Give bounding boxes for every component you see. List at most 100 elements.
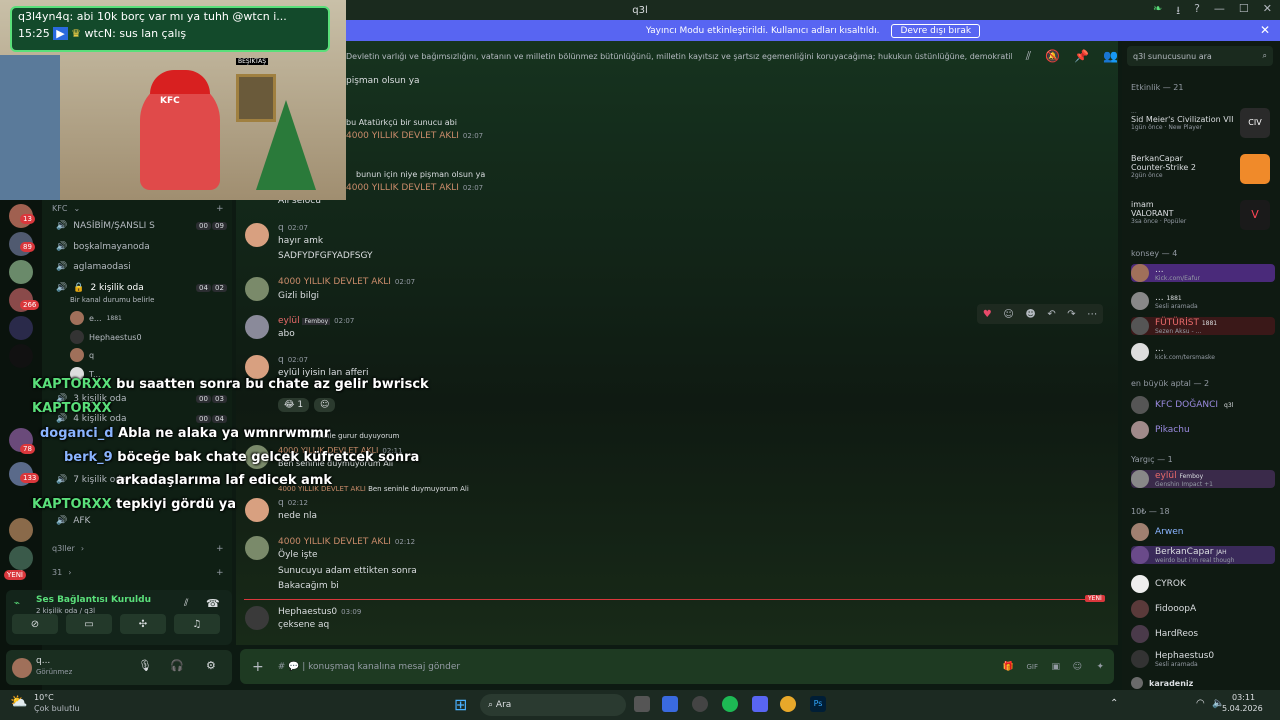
member-item[interactable]: karadeniz	[1131, 677, 1275, 689]
member-item[interactable]: ... 1881 Sesli aramada	[1131, 292, 1275, 310]
member-item[interactable]: Arwen	[1131, 523, 1275, 541]
leaf-icon[interactable]: ❧	[1153, 2, 1162, 21]
add-reaction-button[interactable]: ☺	[314, 398, 336, 412]
member-item[interactable]: ... kick.com/tersmaske	[1131, 343, 1275, 361]
avatar[interactable]	[12, 658, 32, 678]
chrome-icon[interactable]	[780, 696, 796, 712]
activity-item[interactable]: BerkanCapar Counter-Strike 2 2gün önce	[1131, 154, 1196, 179]
add-channel-icon[interactable]: +	[216, 544, 224, 554]
voice-channel[interactable]: 🔊 NASİBİM/ŞANSLI S	[56, 221, 155, 231]
members-icon[interactable]: 👥	[1103, 49, 1118, 63]
spotify-icon[interactable]	[722, 696, 738, 712]
camera-button[interactable]: ⊘	[12, 614, 58, 634]
voice-channel[interactable]: 🔊 aglamaodasi	[56, 262, 131, 272]
more-icon[interactable]: ⋯	[1087, 309, 1097, 320]
avatar[interactable]	[245, 277, 269, 301]
settings-icon[interactable]: ⚙	[206, 659, 216, 672]
member-item[interactable]: eylül Femboy Genshin Impact +1	[1131, 470, 1275, 488]
activity-item[interactable]: ... Sid Meier's Civilization VII 1gün önce…	[1131, 108, 1233, 131]
signal-icon[interactable]: ⌁	[14, 598, 20, 609]
start-icon[interactable]: ⊞	[454, 695, 467, 714]
member-item[interactable]: Pikachu	[1131, 421, 1275, 439]
soundboard-button[interactable]: ♫	[174, 614, 220, 634]
channel-status[interactable]: Bir kanal durumu belirle	[70, 296, 154, 304]
photoshop-icon[interactable]: Ps	[810, 696, 826, 712]
microphone-icon[interactable]: 🎙	[138, 659, 152, 672]
pin-icon[interactable]: 📌	[1074, 49, 1089, 63]
minimize-button[interactable]: —	[1214, 2, 1225, 21]
member-item[interactable]: KFC DOĞANCI q3l	[1131, 396, 1275, 414]
voice-channel[interactable]: 🔊 boşkalmayanoda	[56, 242, 150, 252]
member-item[interactable]: FidooopA	[1131, 600, 1275, 618]
emoji-icon[interactable]: ☺	[1073, 662, 1082, 672]
maximize-button[interactable]: ☐	[1239, 2, 1249, 21]
member-item[interactable]: Hephaestus0 Sesli aramada	[1131, 650, 1275, 668]
apps-icon[interactable]: ✦	[1096, 662, 1104, 672]
wifi-icon[interactable]: ◠	[1196, 698, 1205, 709]
avatar[interactable]	[245, 536, 269, 560]
download-icon[interactable]: ⭳	[1176, 2, 1180, 21]
voice-user[interactable]: e... 1881	[70, 311, 122, 325]
message-input[interactable]: # 💬 | konuşmaq kanalına mesaj gönder	[278, 662, 460, 672]
task-view-icon[interactable]	[634, 696, 650, 712]
threads-icon[interactable]: ⫽	[1026, 49, 1031, 64]
emoji-reaction-icon[interactable]: ☺	[1003, 309, 1013, 320]
server-icon[interactable]	[9, 344, 33, 368]
add-channel-icon[interactable]: +	[216, 204, 224, 214]
activities-button[interactable]: ✣	[120, 614, 166, 634]
headphones-icon[interactable]: 🎧	[170, 659, 184, 672]
noise-suppression-icon[interactable]: ⫽	[184, 598, 188, 609]
category-header[interactable]: q3ller ›	[52, 544, 84, 553]
mute-icon[interactable]: 🔕	[1045, 49, 1060, 63]
taskbar-search[interactable]: ⌕ Ara	[480, 694, 626, 716]
server-icon[interactable]	[9, 316, 33, 340]
gif-icon[interactable]: GIF	[1026, 663, 1038, 671]
reaction-chip[interactable]: 😂 1	[278, 398, 310, 412]
member-item[interactable]: HardReos	[1131, 625, 1275, 643]
heart-reaction-icon[interactable]: ♥	[983, 309, 992, 320]
member-item[interactable]: ... Kick.com/Eafur	[1131, 264, 1275, 282]
activity-item[interactable]: imam VALORANT 3sa önce · Popüler	[1131, 200, 1186, 225]
gift-icon[interactable]: 🎁	[1003, 662, 1014, 672]
clock-date[interactable]: 5.04.2026	[1222, 704, 1263, 713]
category-header[interactable]: 31 ›	[52, 568, 71, 577]
server-icon[interactable]	[9, 546, 33, 570]
voice-user[interactable]: Hephaestus0	[70, 330, 142, 344]
server-icon[interactable]	[9, 518, 33, 542]
close-icon[interactable]: ✕	[1260, 23, 1270, 37]
voice-channel-active[interactable]: 🔊 🔒 2 kişilik oda	[56, 283, 144, 293]
weather-text[interactable]: Çok bulutlu	[34, 704, 80, 713]
category-header[interactable]: KFC ⌄	[52, 204, 80, 213]
member-item[interactable]: BerkanCapar JAH weirdo but i'm real thoug…	[1131, 546, 1275, 564]
server-icon[interactable]	[9, 260, 33, 284]
tray-chevron-icon[interactable]: ⌃	[1110, 698, 1118, 709]
attach-icon[interactable]: +	[252, 659, 264, 675]
voice-user[interactable]: q	[70, 348, 94, 362]
search-input[interactable]: q3l sunucusunu ara ⌕	[1127, 46, 1273, 66]
avatar[interactable]	[245, 355, 269, 379]
avatar[interactable]	[245, 606, 269, 630]
help-icon[interactable]: ?	[1194, 2, 1200, 21]
member-item[interactable]: CYROK	[1131, 575, 1275, 593]
forward-icon[interactable]: ↷	[1067, 309, 1075, 320]
voice-channel[interactable]: 🔊 AFK	[56, 516, 90, 526]
message-composer[interactable]: + # 💬 | konuşmaq kanalına mesaj gönder 🎁…	[240, 649, 1114, 684]
add-channel-icon[interactable]: +	[216, 568, 224, 578]
clock-time[interactable]: 03:11	[1232, 693, 1255, 702]
discord-icon[interactable]	[752, 696, 768, 712]
close-button[interactable]: ✕	[1263, 2, 1272, 21]
screen-share-button[interactable]: ▭	[66, 614, 112, 634]
avatar[interactable]	[245, 223, 269, 247]
avatar[interactable]	[245, 315, 269, 339]
avatar[interactable]	[245, 498, 269, 522]
reply-icon[interactable]: ↶	[1047, 309, 1055, 320]
add-reaction-icon[interactable]: ☻	[1025, 309, 1035, 320]
disable-streamer-mode-button[interactable]: Devre dışı bırak	[891, 23, 981, 38]
sticker-icon[interactable]: ▣	[1051, 662, 1060, 672]
overlay-chat-line: arkadaşlarıma laf edicek amk	[116, 473, 333, 488]
member-item[interactable]: FÜTÜRİST 1881 Sezen Aksu - ...	[1131, 317, 1275, 335]
temperature[interactable]: 10°C	[34, 693, 54, 702]
app-icon[interactable]	[662, 696, 678, 712]
disconnect-icon[interactable]: ☎	[206, 597, 220, 610]
github-icon[interactable]	[692, 696, 708, 712]
